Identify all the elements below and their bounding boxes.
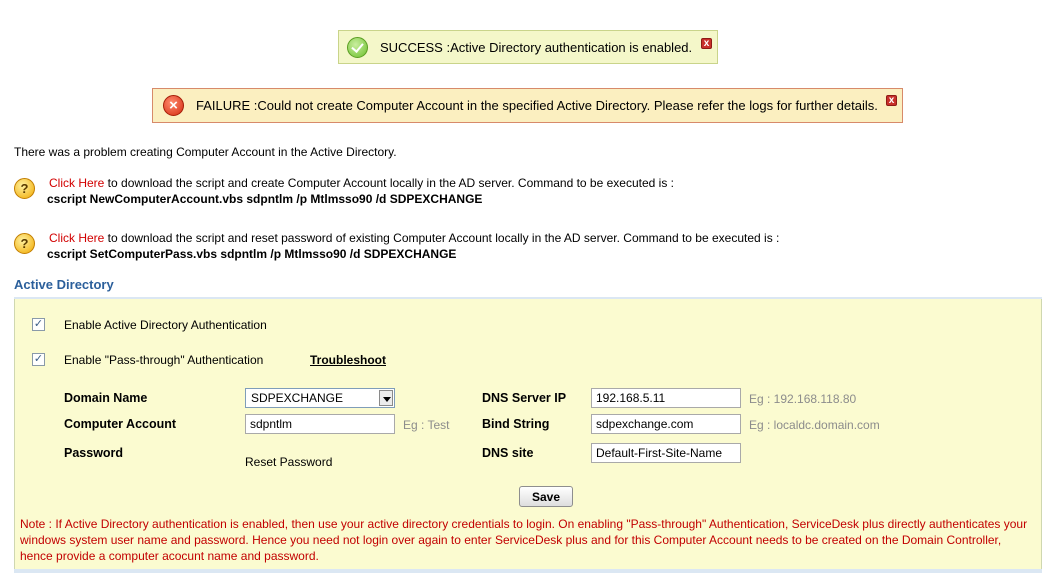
question-icon: ?: [14, 233, 35, 254]
problem-text: There was a problem creating Computer Ac…: [14, 145, 397, 159]
dns-site-label: DNS site: [482, 446, 534, 460]
enable-passthrough-label: Enable "Pass-through" Authentication: [64, 353, 264, 367]
error-icon: ×: [163, 95, 184, 116]
dns-server-ip-input[interactable]: [591, 388, 741, 408]
command-text: cscript NewComputerAccount.vbs sdpntlm /…: [47, 192, 483, 206]
save-button[interactable]: Save: [519, 486, 573, 507]
dns-site-input[interactable]: [591, 443, 741, 463]
close-icon[interactable]: x: [701, 38, 712, 49]
computer-account-label: Computer Account: [64, 417, 177, 431]
success-message: SUCCESS :Active Directory authentication…: [338, 30, 718, 64]
domain-name-value: SDPEXCHANGE: [251, 391, 344, 405]
bind-string-input[interactable]: [591, 414, 741, 434]
panel-bottom-divider: [14, 569, 1042, 573]
domain-name-label: Domain Name: [64, 391, 148, 405]
help-text: to download the script and reset passwor…: [104, 231, 780, 245]
note-text: Note : If Active Directory authenticatio…: [20, 517, 1028, 563]
help-text: to download the script and create Comput…: [104, 176, 674, 190]
success-text: SUCCESS :Active Directory authentication…: [380, 39, 693, 55]
domain-name-select[interactable]: SDPEXCHANGE: [245, 388, 395, 408]
computer-account-input[interactable]: [245, 414, 395, 434]
command-text: cscript SetComputerPass.vbs sdpntlm /p M…: [47, 247, 457, 261]
password-label: Password: [64, 446, 124, 460]
check-circle-icon: [347, 36, 368, 58]
question-icon: ?: [14, 178, 35, 199]
close-icon[interactable]: x: [886, 95, 897, 106]
failure-text: FAILURE :Could not create Computer Accou…: [196, 98, 878, 113]
dns-server-ip-hint: Eg : 192.168.118.80: [749, 392, 857, 406]
enable-ad-label: Enable Active Directory Authentication: [64, 318, 267, 332]
bind-string-label: Bind String: [482, 417, 550, 431]
failure-message: × FAILURE :Could not create Computer Acc…: [152, 88, 903, 123]
reset-password-link[interactable]: Reset Password: [245, 455, 332, 469]
enable-ad-checkbox[interactable]: ✓: [32, 318, 45, 331]
section-title: Active Directory: [14, 277, 114, 292]
click-here-link[interactable]: Click Here: [49, 176, 104, 190]
dns-server-ip-label: DNS Server IP: [482, 391, 567, 405]
enable-passthrough-checkbox[interactable]: ✓: [32, 353, 45, 366]
bind-string-hint: Eg : localdc.domain.com: [749, 418, 880, 432]
troubleshoot-link[interactable]: Troubleshoot: [310, 353, 386, 367]
click-here-link[interactable]: Click Here: [49, 231, 104, 245]
computer-account-hint: Eg : Test: [403, 418, 450, 432]
chevron-down-icon[interactable]: [379, 390, 393, 406]
